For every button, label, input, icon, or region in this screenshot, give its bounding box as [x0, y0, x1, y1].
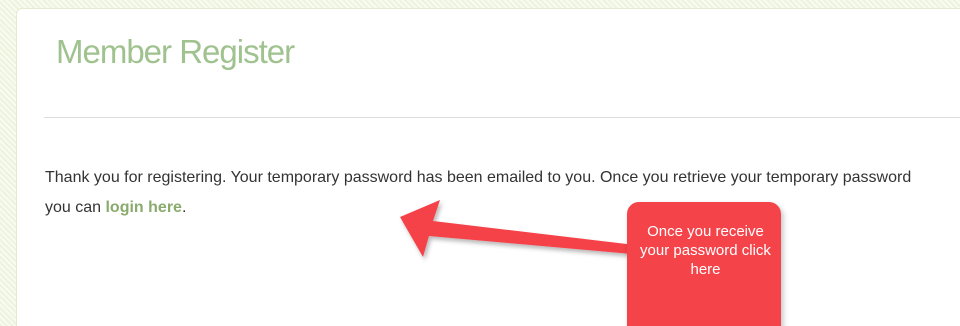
message-period: . [181, 199, 187, 216]
login-here-link[interactable]: login here [105, 199, 181, 216]
annotation-callout-text: Once you receive your password click her… [640, 223, 771, 278]
title-divider [44, 117, 960, 118]
registration-message: Thank you for registering. Your temporar… [45, 163, 925, 223]
page-title: Member Register [56, 33, 295, 70]
page-background: Member Register Thank you for registerin… [0, 0, 960, 326]
